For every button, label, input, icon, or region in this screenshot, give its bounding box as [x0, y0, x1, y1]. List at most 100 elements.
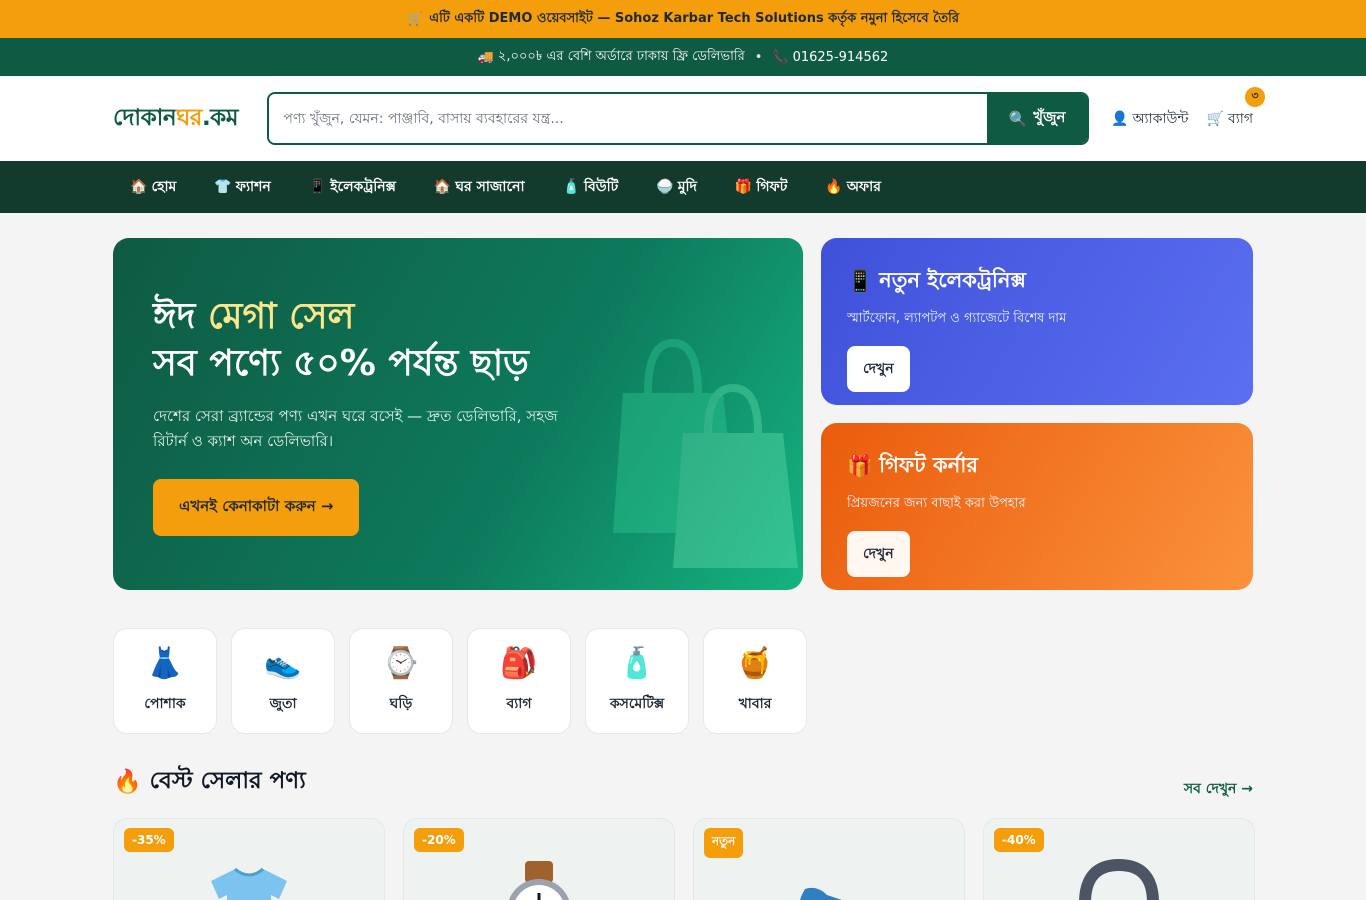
home-icon: 🏠	[433, 179, 452, 195]
demo-notice-text: এটি একটি DEMO ওয়েবসাইট — Sohoz Karbar T…	[429, 10, 959, 26]
shirt-icon: 👕	[214, 179, 232, 195]
hero-title: ঈদ মেগা সেল সব পণ্যে ৫০% পর্যন্ত ছাড়	[153, 294, 763, 388]
product-card[interactable]: নতুন	[693, 818, 965, 900]
user-icon: 👤	[1111, 110, 1129, 127]
search-button-label: খুঁজুন	[1033, 108, 1066, 126]
nav-item-fashion[interactable]: 👕 ফ্যাশন	[214, 175, 270, 199]
phone-number[interactable]: 01625-914562	[793, 50, 889, 65]
info-bar: 🚚 ২,০০০৳ এর বেশি অর্ডারে ঢাকায় ফ্রি ডেল…	[0, 38, 1366, 76]
sneaker-icon: 👟	[264, 646, 302, 681]
nav-label: হোম	[151, 179, 177, 195]
category-card-food[interactable]: 🍯 খাবার	[703, 628, 807, 734]
category-label: পোশাক	[144, 696, 186, 712]
promo-title: 🎁 গিফট কর্নার	[847, 449, 1227, 484]
honey-pot-icon: 🍯	[736, 646, 774, 681]
nav-label: মুদি	[677, 179, 697, 195]
logo-suffix-text: .কম	[201, 105, 239, 131]
search-button[interactable]: 🔍 খুঁজুন	[987, 94, 1087, 143]
cart-label: ব্যাগ	[1227, 110, 1253, 127]
category-card-watches[interactable]: ⌚ ঘড়ি	[349, 628, 453, 734]
nav-item-home-decor[interactable]: 🏠 ঘর সাজানো	[434, 175, 525, 199]
category-label: ঘড়ি	[389, 696, 413, 712]
section-title-text: বেস্ট সেলার পণ্য	[149, 768, 306, 794]
site-header: দোকানঘর.কম 🔍 খুঁজুন 👤 অ্যাকাউন্ট 🛒 ব্যাগ…	[0, 76, 1366, 161]
discount-badge: -40%	[994, 828, 1044, 852]
fire-icon: 🔥	[825, 179, 843, 195]
home-icon: 🏠	[130, 179, 148, 195]
nav-item-home[interactable]: 🏠 হোম	[130, 175, 176, 199]
demo-notice-bar: 🛒 এটি একটি DEMO ওয়েবসাইট — Sohoz Karbar…	[0, 0, 1366, 38]
lotion-icon: 🧴	[562, 179, 580, 195]
nav-label: বিউটি	[583, 179, 619, 195]
section-title: 🔥 বেস্ট সেলার পণ্য	[113, 762, 306, 801]
promo-title-text: নতুন ইলেকট্রনিক্স	[879, 268, 1026, 292]
promo-title: 📱 নতুন ইলেকট্রনিক্স	[847, 264, 1227, 299]
view-electronics-button[interactable]: দেখুন	[847, 346, 910, 392]
cart-count-badge: ৩	[1245, 86, 1265, 107]
logo-main-text: দোকান	[113, 105, 177, 131]
product-card[interactable]: -20%	[403, 818, 675, 900]
new-badge: নতুন	[704, 828, 744, 858]
nav-item-beauty[interactable]: 🧴 বিউটি	[563, 175, 619, 199]
cart-icon: 🛒	[1206, 110, 1224, 127]
site-logo[interactable]: দোকানঘর.কম	[113, 99, 267, 138]
category-label: ব্যাগ	[506, 696, 532, 712]
nav-item-electronics[interactable]: 📱 ইলেকট্রনিক্স	[309, 175, 396, 199]
category-card-cosmetics[interactable]: 🧴 কসমেটিক্স	[585, 628, 689, 734]
header-actions: 👤 অ্যাকাউন্ট 🛒 ব্যাগ ৩	[1111, 86, 1265, 131]
hero-title-line2: সব পণ্যে ৫০% পর্যন্ত ছাড়	[153, 342, 529, 384]
hero-banner: ঈদ মেগা সেল সব পণ্যে ৫০% পর্যন্ত ছাড় দে…	[113, 238, 803, 590]
logo-accent-text: ঘর	[176, 105, 202, 131]
category-label: কসমেটিক্স	[609, 696, 665, 712]
cart-icon: 🛒	[407, 11, 424, 27]
watch-icon: ⌚	[382, 646, 420, 681]
category-list: 👗 পোশাক 👟 জুতা ⌚ ঘড়ি 🎒 ব্যাগ 🧴 কসমেটিক্স 🍯 খা…	[113, 628, 807, 734]
account-link[interactable]: 👤 অ্যাকাউন্ট	[1111, 107, 1188, 131]
dress-icon: 👗	[146, 646, 184, 681]
phone-icon: 📱	[308, 179, 327, 195]
bag-icon	[1079, 859, 1159, 900]
gift-icon: 🎁	[847, 454, 874, 478]
discount-badge: -20%	[414, 828, 464, 852]
nav-item-gift[interactable]: 🎁 গিফট	[735, 175, 787, 199]
search-icon: 🔍	[1008, 109, 1028, 128]
nav-label: ফ্যাশন	[235, 179, 271, 195]
phone-icon: 📱	[847, 269, 874, 293]
promo-card-electronics[interactable]: 📱 নতুন ইলেকট্রনিক্স স্মার্টফোন, ল্যাপটপ ও…	[821, 238, 1253, 405]
phone-icon: 📞	[772, 49, 789, 65]
truck-icon: 🚚	[477, 49, 494, 65]
rice-icon: 🍚	[656, 179, 674, 195]
hero-title-highlight: মেগা সেল	[207, 296, 355, 337]
category-card-shoes[interactable]: 👟 জুতা	[231, 628, 335, 734]
see-all-link[interactable]: সব দেখুন →	[1184, 777, 1253, 801]
main-nav: 🏠 হোম 👕 ফ্যাশন 📱 ইলেকট্রনিক্স 🏠 ঘর সাজানো 🧴 ব…	[0, 161, 1366, 213]
nav-label: ঘর সাজানো	[455, 179, 525, 195]
nav-item-grocery[interactable]: 🍚 মুদি	[656, 175, 697, 199]
tshirt-icon	[211, 867, 287, 900]
category-label: খাবার	[738, 696, 772, 712]
account-label: অ্যাকাউন্ট	[1132, 110, 1189, 127]
product-card[interactable]: -40%	[983, 818, 1255, 900]
nav-item-offer[interactable]: 🔥 অফার	[825, 175, 881, 199]
backpack-icon: 🎒	[500, 646, 538, 681]
view-gift-button[interactable]: দেখুন	[847, 531, 910, 577]
fire-icon: 🔥	[113, 769, 142, 795]
nav-label: ইলেকট্রনিক্স	[330, 179, 396, 195]
hero-description: দেশের সেরা ব্র্যান্ডের পণ্য এখন ঘরে বসেই…	[153, 406, 558, 451]
discount-badge: -35%	[124, 828, 174, 852]
nav-label: গিফট	[756, 179, 788, 195]
promo-subtitle: প্রিয়জনের জন্য বাছাই করা উপহার	[847, 496, 1026, 511]
promo-card-gift[interactable]: 🎁 গিফট কর্নার প্রিয়জনের জন্য বাছাই করা উ…	[821, 423, 1253, 590]
shop-now-button[interactable]: এখনই কেনাকাটা করুন →	[153, 478, 360, 536]
search-input[interactable]	[269, 94, 987, 143]
promo-title-text: গিফট কর্নার	[879, 453, 978, 477]
category-card-bags[interactable]: 🎒 ব্যাগ	[467, 628, 571, 734]
cart-link[interactable]: 🛒 ব্যাগ ৩	[1206, 86, 1265, 131]
category-label: জুতা	[269, 696, 297, 712]
product-card[interactable]: -35%	[113, 818, 385, 900]
search-bar: 🔍 খুঁজুন	[267, 92, 1089, 145]
separator: •	[754, 49, 763, 65]
watch-icon	[508, 861, 570, 900]
lotion-icon: 🧴	[618, 646, 656, 681]
category-card-clothing[interactable]: 👗 পোশাক	[113, 628, 217, 734]
